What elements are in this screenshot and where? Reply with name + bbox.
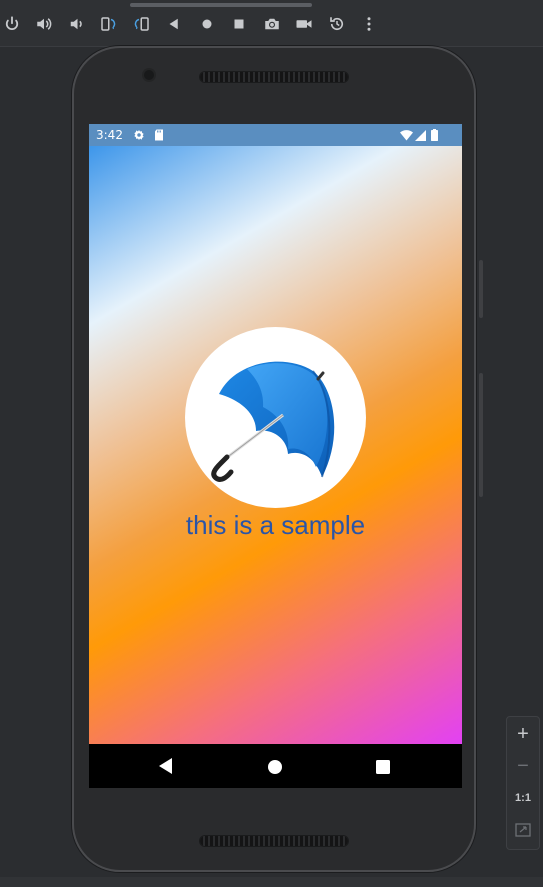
navigation-bar	[89, 744, 462, 788]
rotate-left-icon[interactable]	[97, 13, 119, 35]
home-icon[interactable]	[196, 13, 218, 35]
umbrella-icon	[211, 361, 335, 482]
bottom-speaker	[200, 836, 348, 846]
recents-square-icon[interactable]	[376, 759, 390, 778]
bottom-strip	[0, 877, 543, 887]
home-circle-icon[interactable]	[268, 759, 282, 778]
volume-up-icon[interactable]	[33, 13, 55, 35]
settings-icon	[133, 129, 145, 141]
device-screen[interactable]: 3:42 this is a sample	[89, 124, 462, 788]
back-triangle-icon[interactable]	[159, 758, 173, 778]
wifi-icon	[400, 129, 413, 141]
zoom-in-button[interactable]: +	[507, 723, 539, 746]
zoom-actual-size-button[interactable]: 1:1	[507, 792, 539, 804]
emulator-toolbar	[0, 0, 543, 47]
rotate-right-icon[interactable]	[131, 13, 153, 35]
status-time: 3:42	[96, 128, 123, 142]
battery-icon	[431, 129, 438, 141]
logo-circle	[185, 327, 366, 508]
fit-screen-icon[interactable]	[507, 823, 539, 842]
zoom-controls: + − 1:1	[506, 716, 540, 850]
front-camera	[144, 70, 154, 80]
volume-side-key[interactable]	[479, 373, 483, 497]
volume-down-icon[interactable]	[65, 13, 87, 35]
app-content: this is a sample	[89, 146, 462, 744]
power-side-key[interactable]	[479, 260, 483, 318]
toolbar-scroll-indicator	[130, 3, 312, 7]
sample-text: this is a sample	[185, 510, 366, 540]
record-icon[interactable]	[293, 13, 315, 35]
top-speaker	[200, 72, 348, 82]
status-bar: 3:42	[89, 124, 462, 146]
screenshot-icon[interactable]	[261, 13, 283, 35]
overview-icon[interactable]	[228, 13, 250, 35]
back-icon[interactable]	[163, 13, 185, 35]
zoom-out-button[interactable]: −	[507, 755, 539, 778]
reset-icon[interactable]	[326, 13, 348, 35]
power-icon[interactable]	[1, 13, 23, 35]
more-icon[interactable]	[358, 13, 380, 35]
signal-icon	[415, 129, 426, 141]
sd-card-icon	[154, 129, 164, 141]
